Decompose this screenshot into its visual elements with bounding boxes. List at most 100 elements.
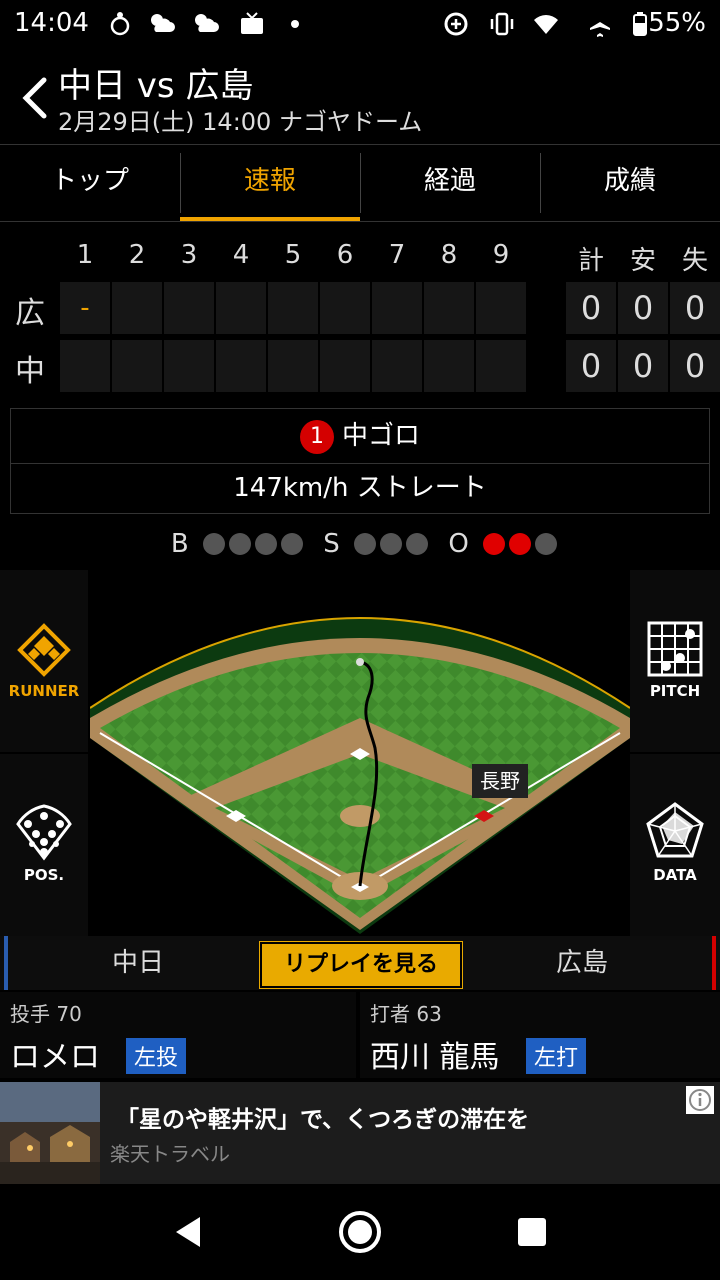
- total-cell: 0: [670, 340, 720, 392]
- runner-button[interactable]: RUNNER: [0, 570, 88, 752]
- batter-hand-badge: 左打: [526, 1038, 587, 1074]
- replay-button[interactable]: リプレイを見る: [259, 941, 463, 989]
- inning-score-cell: [372, 282, 422, 334]
- tab-progress[interactable]: 経過: [360, 145, 540, 221]
- away-team-name: 広島: [452, 936, 716, 990]
- inning-score-cell: [112, 282, 162, 334]
- inning-score-cell: [476, 340, 526, 392]
- tab-top[interactable]: トップ: [0, 145, 180, 221]
- inning-score-cell: [476, 282, 526, 334]
- inning-header: 8: [440, 240, 458, 270]
- out-label: O: [448, 528, 469, 559]
- baseball-field: 長野: [90, 617, 630, 934]
- inning-score-cell: [164, 340, 214, 392]
- system-nav-bar: [0, 1184, 720, 1280]
- inning-score-cell: [112, 340, 162, 392]
- count-indicator: B S O: [0, 528, 720, 564]
- pitch-grid-icon: [647, 621, 703, 677]
- tab-stats[interactable]: 成績: [540, 145, 720, 221]
- data-label: DATA: [653, 866, 697, 884]
- ad-image: [0, 1082, 100, 1184]
- cloudy-sun-icon: [151, 14, 175, 32]
- batter-role: 打者 63: [370, 1002, 442, 1026]
- pitch-button[interactable]: PITCH: [630, 570, 720, 752]
- home-team-name: 中日: [4, 936, 268, 990]
- inning-score-cell: [424, 282, 474, 334]
- batter-card[interactable]: 打者 63 西川 龍馬 左打: [360, 992, 720, 1078]
- out-dot: [535, 532, 558, 555]
- batter-name: 西川 龍馬: [370, 1040, 500, 1075]
- airplane-icon: [590, 12, 610, 37]
- notification-dot-icon: [291, 20, 299, 28]
- vibrate-icon: [490, 12, 514, 36]
- strike-dot: [406, 532, 429, 555]
- inning-score-cell: [60, 340, 110, 392]
- positions-icon: [16, 804, 72, 861]
- out-dot: [509, 532, 532, 555]
- play-number-badge: 1: [299, 419, 334, 454]
- play-result: 1 中ゴロ: [11, 409, 709, 464]
- ad-banner[interactable]: 「星のや軽井沢」で、くつろぎの滞在を 楽天トラベル: [0, 1082, 720, 1184]
- nav-recents-icon[interactable]: [516, 1216, 548, 1248]
- pos-label: POS.: [23, 866, 65, 884]
- runner-diamond-icon: [17, 623, 71, 677]
- data-saver-icon: [444, 12, 468, 36]
- inning-header: 4: [232, 240, 250, 270]
- ad-title[interactable]: 「星のや軽井沢」で、くつろぎの滞在を: [116, 1100, 529, 1134]
- pitcher-name: ロメロ: [10, 1040, 100, 1075]
- inning-header: 9: [492, 240, 510, 270]
- pitcher-hand-badge: 左投: [126, 1038, 187, 1074]
- inning-score-cell: [216, 282, 266, 334]
- ad-info-icon[interactable]: [686, 1086, 714, 1114]
- radar-chart-icon: [646, 802, 704, 858]
- inning-score-cell: -: [60, 282, 110, 334]
- scoreboard-team: 中: [15, 354, 45, 389]
- inning-score-cell: [320, 282, 370, 334]
- strike-dot: [380, 532, 403, 555]
- ball-landing-point: [356, 658, 364, 666]
- inning-header: 2: [128, 240, 146, 270]
- tab-bar: トップ 速報 経過 成績: [0, 144, 720, 222]
- inning-header: 1: [76, 240, 94, 270]
- runner-label: RUNNER: [8, 682, 80, 700]
- ball-label: B: [170, 528, 189, 559]
- out-dot: [483, 532, 506, 555]
- tab-live[interactable]: 速報: [180, 145, 360, 221]
- nav-back-icon[interactable]: [170, 1214, 206, 1250]
- total-cell: 0: [566, 340, 616, 392]
- totals-header: 失: [681, 246, 708, 276]
- ball-dot: [203, 532, 226, 555]
- inning-header: 6: [336, 240, 354, 270]
- scoreboard-team: 広: [15, 296, 45, 331]
- pitcher-card[interactable]: 投手 70 ロメロ 左投: [0, 992, 356, 1078]
- totals-header: 安: [629, 246, 656, 276]
- header: 中日 vs 広島 2月29日(土) 14:00 ナゴヤドーム: [0, 50, 720, 144]
- team-row: 中日 リプレイを見る 広島: [0, 936, 720, 990]
- fielder-label: 長野: [480, 769, 520, 793]
- pitch-info: 147km/h ストレート: [233, 473, 487, 503]
- inning-score-cell: [268, 282, 318, 334]
- play-result-box: 1 中ゴロ 147km/h ストレート: [10, 408, 710, 514]
- page-title: 中日 vs 広島: [58, 66, 254, 106]
- strike-dot: [354, 532, 377, 555]
- play-result-text: 中ゴロ: [341, 421, 420, 451]
- ball-dot: [281, 532, 304, 555]
- pos-button[interactable]: POS.: [0, 754, 88, 936]
- total-cell: 0: [566, 282, 616, 334]
- ball-dot: [255, 532, 278, 555]
- total-cell: 0: [618, 282, 668, 334]
- inning-score-cell: [164, 282, 214, 334]
- status-time: 14:04: [14, 8, 89, 38]
- battery-percent: 55%: [648, 8, 706, 38]
- tv-icon: [241, 12, 263, 34]
- back-arrow-icon[interactable]: [18, 76, 54, 120]
- inning-header: 3: [180, 240, 198, 270]
- inning-header: 7: [388, 240, 406, 270]
- nav-home-icon[interactable]: [336, 1208, 384, 1256]
- strike-label: S: [323, 528, 340, 559]
- totals-header: 計: [577, 246, 604, 276]
- data-button[interactable]: DATA: [630, 754, 720, 936]
- cloudy-sun-icon-2: [195, 14, 219, 32]
- inning-score-cell: [320, 340, 370, 392]
- total-cell: 0: [670, 282, 720, 334]
